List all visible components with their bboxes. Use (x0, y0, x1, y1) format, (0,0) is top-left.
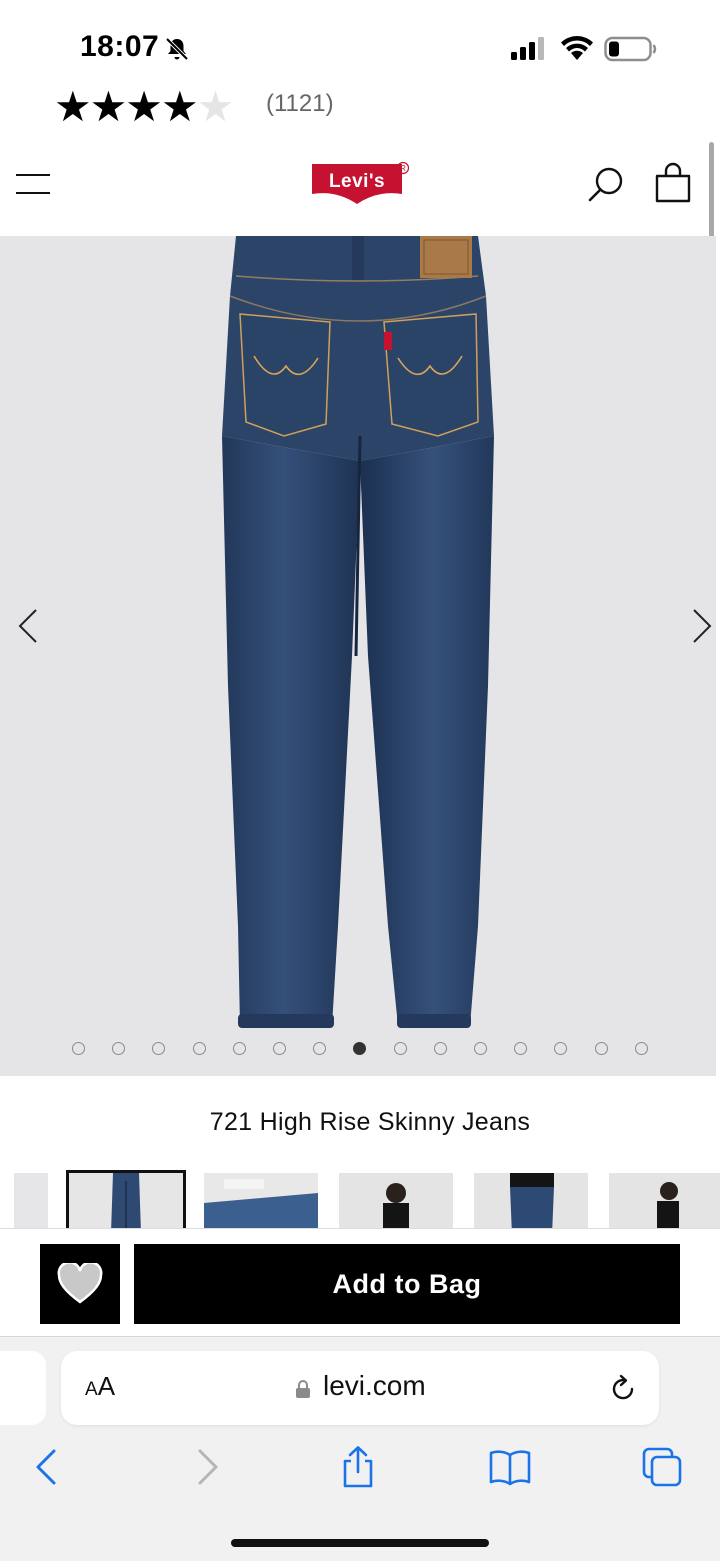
filled-stars: ★★★★ (54, 82, 199, 131)
levis-logo[interactable]: Levi's R (310, 160, 410, 208)
text-size-button[interactable]: AA (85, 1371, 115, 1402)
url-domain: levi.com (323, 1370, 426, 1401)
browser-chrome: AA levi.com (0, 1336, 720, 1561)
home-indicator[interactable] (231, 1539, 489, 1547)
cellular-signal-icon (511, 37, 544, 60)
status-time: 18:07 (80, 30, 160, 63)
battery-icon (604, 36, 657, 62)
star-rating: ★★★★★ (54, 86, 234, 128)
favorite-button[interactable] (40, 1244, 120, 1324)
thumbnail-selected[interactable] (66, 1170, 186, 1230)
pagination-dot[interactable] (152, 1042, 166, 1055)
product-image (222, 236, 494, 1028)
pagination-dot[interactable] (433, 1042, 447, 1055)
pagination-dot[interactable] (514, 1042, 528, 1055)
thumbnail[interactable] (204, 1173, 318, 1230)
bell-slash-icon (165, 37, 189, 61)
hamburger-menu-icon[interactable] (16, 170, 52, 198)
search-icon[interactable] (586, 164, 626, 204)
thumbnail[interactable] (474, 1173, 588, 1230)
text-size-large: A (97, 1371, 116, 1401)
chevron-right-icon[interactable] (680, 606, 716, 646)
logo-wordmark: Levi's (329, 171, 385, 192)
pagination-dot[interactable] (273, 1042, 286, 1055)
thumbnail[interactable] (339, 1173, 453, 1230)
rating-summary[interactable]: ★★★★★ (1121) (0, 82, 720, 134)
address-bar[interactable]: AA levi.com (61, 1351, 659, 1425)
pagination-dot[interactable] (112, 1042, 126, 1055)
gallery-pagination (0, 1042, 716, 1058)
forward-icon[interactable] (184, 1445, 228, 1489)
previous-tab-preview[interactable] (0, 1351, 46, 1425)
pagination-dot[interactable] (474, 1042, 487, 1055)
pagination-dot-active[interactable] (353, 1042, 367, 1055)
chevron-left-icon[interactable] (10, 606, 50, 646)
text-size-small: A (85, 1379, 98, 1400)
pagination-dot[interactable] (634, 1042, 648, 1055)
pagination-dot[interactable] (232, 1042, 246, 1055)
lock-icon (296, 1380, 310, 1398)
pagination-dot[interactable] (192, 1042, 206, 1055)
add-to-bag-button[interactable]: Add to Bag (134, 1244, 680, 1324)
pagination-dot[interactable] (594, 1042, 608, 1055)
product-image-gallery[interactable] (0, 236, 716, 1076)
product-title: 721 High Rise Skinny Jeans (209, 1108, 531, 1136)
tabs-icon[interactable] (640, 1445, 684, 1489)
bookmarks-icon[interactable] (488, 1445, 532, 1489)
pagination-dot[interactable] (554, 1042, 568, 1055)
pagination-dot[interactable] (72, 1042, 85, 1055)
svg-text:R: R (400, 164, 406, 173)
wifi-icon (561, 36, 593, 60)
share-icon[interactable] (336, 1445, 380, 1489)
thumbnail[interactable] (609, 1173, 720, 1230)
pagination-dot[interactable] (393, 1042, 407, 1055)
shopping-bag-icon[interactable] (654, 162, 692, 204)
status-bar: 18:07 (0, 0, 720, 95)
back-icon[interactable] (26, 1445, 70, 1489)
sticky-purchase-bar: Add to Bag (0, 1228, 720, 1336)
review-count[interactable]: (1121) (266, 90, 334, 118)
heart-icon (57, 1263, 103, 1304)
pagination-dot[interactable] (313, 1042, 327, 1055)
reload-icon[interactable] (607, 1373, 639, 1405)
site-header: Levi's R (0, 134, 720, 236)
empty-stars: ★ (196, 82, 235, 131)
thumbnail[interactable] (14, 1173, 48, 1230)
thumbnail-strip[interactable] (0, 1168, 720, 1230)
